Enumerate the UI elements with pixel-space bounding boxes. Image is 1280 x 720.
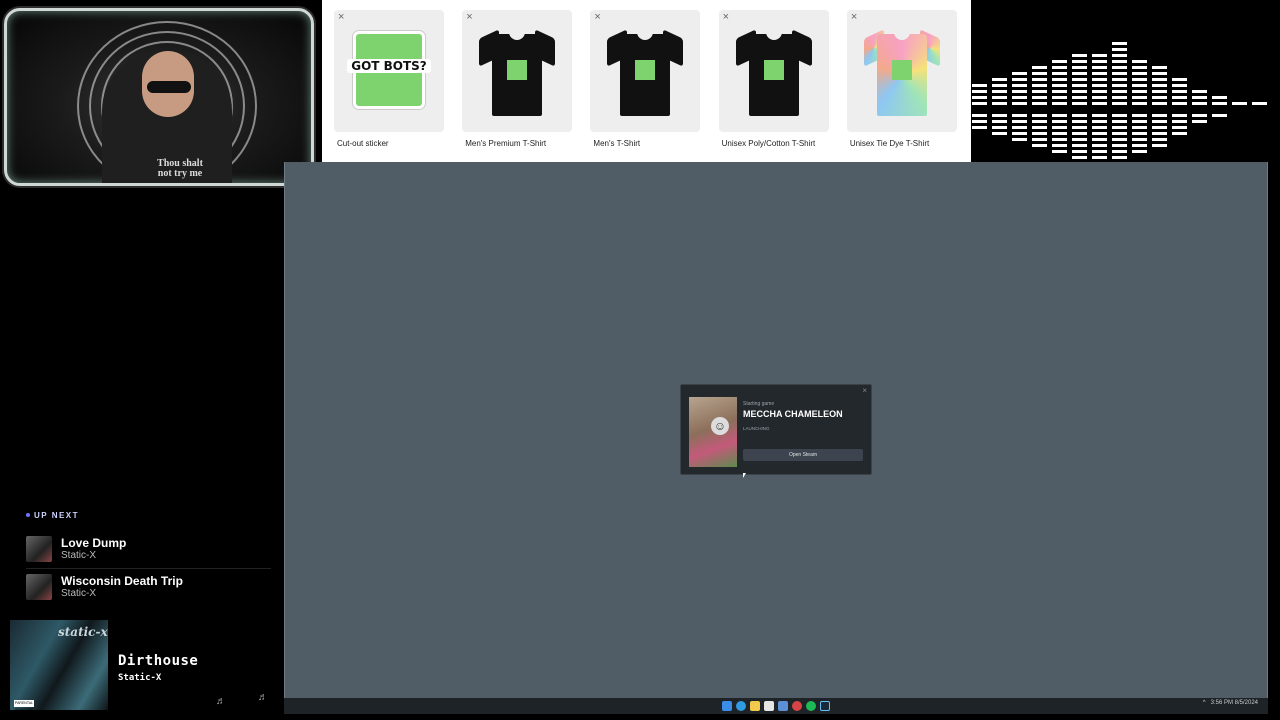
merch-card-sticker[interactable]: GOT BOTS? × Cut-out sticker	[326, 4, 454, 162]
tray-clock[interactable]: 3:56 PM 8/5/2024	[1211, 700, 1258, 706]
podcast-icon[interactable]	[792, 701, 802, 711]
tshirt-icon	[477, 26, 557, 116]
shirt-text: Thou shalt not try me	[157, 158, 203, 179]
tshirt-icon	[605, 26, 685, 116]
product-label: Men's T-Shirt	[593, 139, 641, 148]
tray-date: 8/5/2024	[1234, 700, 1258, 706]
visualizer-bar	[1212, 114, 1227, 120]
smiley-icon: ☺	[711, 417, 729, 435]
visualizer-bar	[1252, 102, 1267, 108]
streamer-glasses	[147, 81, 191, 93]
open-steam-button[interactable]: Open Steam	[743, 449, 863, 461]
sticker-graphic: GOT BOTS?	[347, 29, 431, 113]
mouse-cursor-icon	[743, 473, 746, 478]
tray-chevron-icon[interactable]: ^	[1203, 700, 1206, 706]
game-title: MECCHA CHAMELEON	[743, 409, 843, 419]
system-tray[interactable]: ^ 3:56 PM 8/5/2024	[1203, 700, 1258, 706]
product-label: Unisex Tie Dye T-Shirt	[849, 139, 930, 148]
visualizer-bar	[1052, 60, 1067, 108]
visualizer-bar	[1012, 114, 1027, 144]
product-label: Cut-out sticker	[337, 139, 389, 148]
song-artist: Static-X	[61, 588, 97, 599]
steam-launch-dialog: × ☺ Starting game MECCHA CHAMELEON LAUNC…	[680, 384, 872, 475]
music-note-icon: ♬	[258, 692, 268, 703]
visualizer-bar	[1232, 102, 1247, 108]
merch-card-poly-tee[interactable]: × Unisex Poly/Cotton T-Shirt	[711, 4, 839, 162]
steam-icon[interactable]	[820, 701, 830, 711]
close-icon[interactable]: ×	[862, 386, 867, 395]
taskbar: ^ 3:56 PM 8/5/2024	[284, 698, 1268, 714]
product-label: Unisex Poly/Cotton T-Shirt	[721, 139, 816, 148]
visualizer-bar	[972, 114, 987, 132]
visualizer-bar	[1072, 54, 1087, 108]
merch-card-tie-dye-tee[interactable]: × Unisex Tie Dye T-Shirt	[839, 4, 967, 162]
tray-time: 3:56 PM	[1210, 700, 1233, 706]
product-image	[846, 10, 957, 132]
taskbar-apps	[722, 701, 830, 711]
close-icon[interactable]: ×	[338, 12, 344, 23]
close-icon[interactable]: ×	[594, 12, 600, 23]
game-cover-art: ☺	[689, 397, 737, 467]
launch-status: LAUNCHING	[743, 426, 770, 431]
visualizer-bar	[1092, 114, 1107, 162]
visualizer-bar	[1152, 66, 1167, 108]
tshirt-icon	[862, 26, 942, 116]
product-image: GOT BOTS?	[334, 10, 444, 132]
visualizer-bar	[1152, 114, 1167, 150]
edge-icon[interactable]	[736, 701, 746, 711]
list-item: Wisconsin Death Trip Static-X	[26, 574, 271, 604]
song-title: Love Dump	[61, 536, 127, 550]
visualizer-bar	[1032, 66, 1047, 108]
visualizer-bar	[992, 114, 1007, 138]
folder-icon[interactable]	[750, 701, 760, 711]
close-icon[interactable]: ×	[723, 12, 729, 23]
close-icon[interactable]: ×	[466, 12, 472, 23]
music-note-icon: ♬	[216, 696, 226, 707]
now-playing-title: Dirthouse	[118, 653, 199, 669]
close-icon[interactable]: ×	[851, 12, 857, 23]
song-artist: Static-X	[61, 550, 97, 561]
visualizer-bar	[1052, 114, 1067, 156]
album-thumbnail	[26, 574, 52, 600]
visualizer-bar	[1172, 78, 1187, 108]
visualizer-bar	[1172, 114, 1187, 138]
webcam-feed: Thou shalt not try me	[4, 8, 314, 186]
upnext-heading: UP NEXT	[34, 511, 80, 520]
product-image	[590, 10, 701, 132]
album-logo: static-x	[58, 625, 108, 639]
audio-visualizer	[972, 42, 1280, 174]
visualizer-bar	[1032, 114, 1047, 150]
visualizer-bar	[1192, 114, 1207, 126]
visualizer-bar	[1132, 114, 1147, 156]
merch-card-premium-tee[interactable]: × Men's Premium T-Shirt	[454, 4, 582, 162]
visualizer-bar	[972, 84, 987, 108]
product-label: Men's Premium T-Shirt	[465, 139, 547, 148]
merch-panel: GOT BOTS? × Cut-out sticker × Men's Prem…	[322, 0, 971, 163]
now-playing-album-art: static-x PARENTAL ADVISORY	[10, 620, 108, 712]
visualizer-bar	[1012, 72, 1027, 108]
tshirt-icon	[734, 26, 814, 116]
visualizer-bar	[1112, 42, 1127, 108]
parental-advisory-badge: PARENTAL ADVISORY	[14, 700, 34, 712]
list-item: Love Dump Static-X	[26, 536, 271, 566]
album-thumbnail	[26, 536, 52, 562]
store-icon[interactable]	[764, 701, 774, 711]
photos-icon[interactable]	[778, 701, 788, 711]
visualizer-bar	[992, 78, 1007, 108]
start-icon[interactable]	[722, 701, 732, 711]
product-image	[462, 10, 573, 132]
product-image	[718, 10, 829, 132]
now-playing-artist: Static-X	[118, 673, 162, 683]
song-title: Wisconsin Death Trip	[61, 574, 183, 588]
visualizer-bar	[1132, 60, 1147, 108]
sticker-print: GOT BOTS?	[347, 59, 431, 73]
dialog-subtitle: Starting game	[743, 401, 775, 407]
visualizer-bar	[1212, 96, 1227, 108]
merch-card-tee[interactable]: × Men's T-Shirt	[582, 4, 710, 162]
visualizer-bar	[1072, 114, 1087, 162]
visualizer-bar	[1092, 54, 1107, 108]
spotify-icon[interactable]	[806, 701, 816, 711]
visualizer-bar	[1192, 90, 1207, 108]
divider	[26, 568, 271, 569]
